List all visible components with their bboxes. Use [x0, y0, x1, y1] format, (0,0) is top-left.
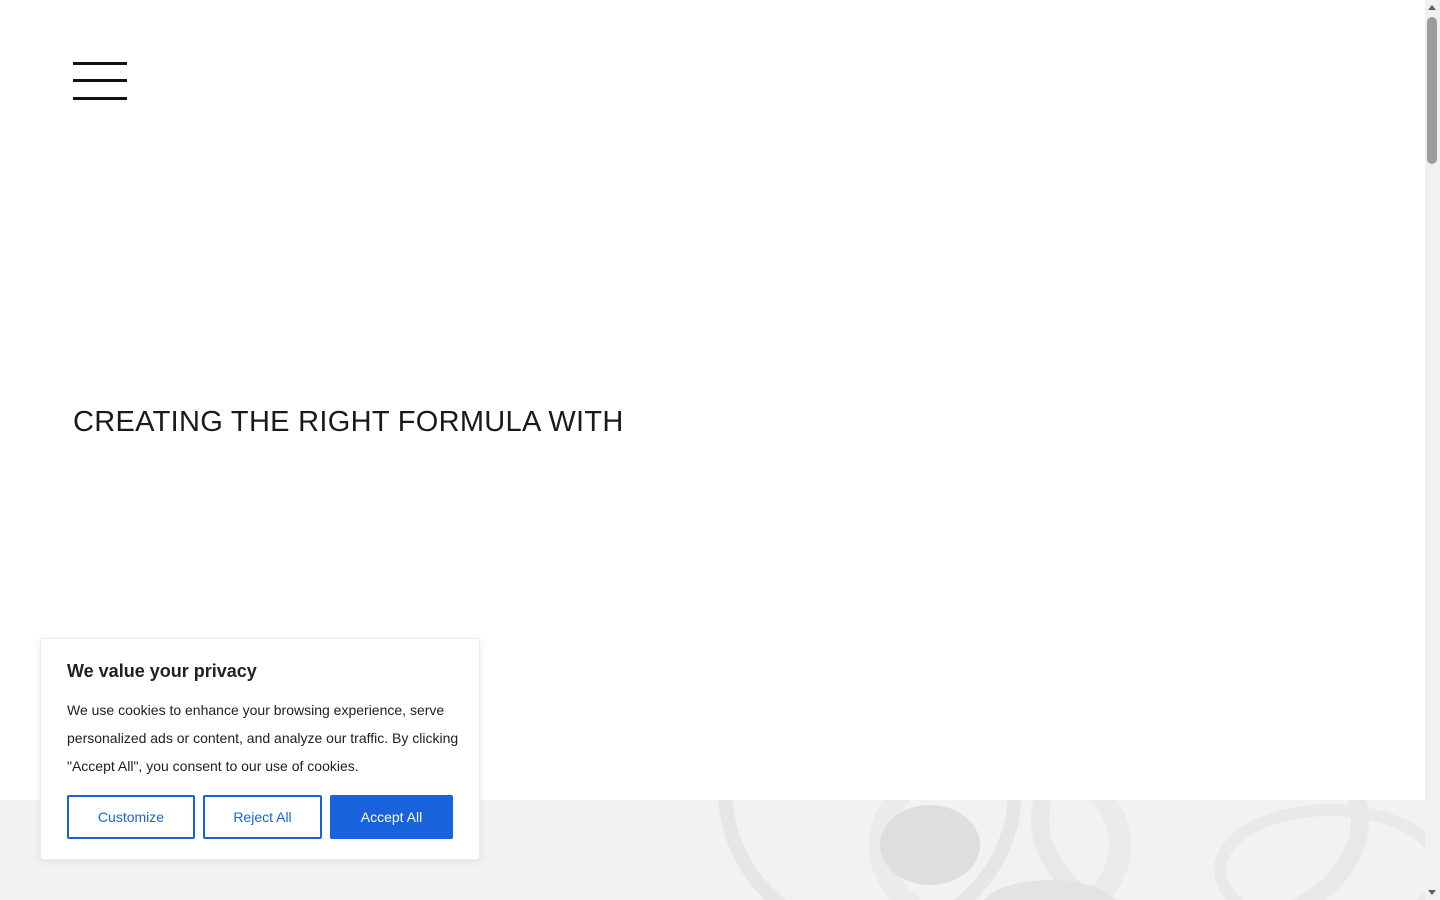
cookie-banner-title: We value your privacy	[67, 661, 257, 681]
hamburger-menu-icon[interactable]	[73, 62, 127, 101]
menu-bar-top	[73, 62, 127, 65]
reject-all-button[interactable]: Reject All	[203, 795, 322, 839]
cookie-consent-banner: We value your privacy We use cookies to …	[40, 638, 480, 860]
menu-bar-bottom	[73, 97, 127, 100]
page: CREATING THE RIGHT FORMULA WITH We value…	[0, 0, 1425, 900]
vertical-scrollbar[interactable]	[1425, 0, 1440, 900]
scroll-down-arrow-icon[interactable]	[1428, 890, 1436, 895]
hero-title: CREATING THE RIGHT FORMULA WITH	[73, 406, 624, 438]
scroll-up-arrow-icon[interactable]	[1428, 5, 1436, 10]
accept-all-button[interactable]: Accept All	[330, 795, 453, 839]
menu-bar-middle	[73, 79, 127, 82]
customize-button[interactable]: Customize	[67, 795, 195, 839]
scrollbar-thumb[interactable]	[1427, 17, 1437, 164]
cookie-banner-text: We use cookies to enhance your browsing …	[67, 702, 459, 774]
